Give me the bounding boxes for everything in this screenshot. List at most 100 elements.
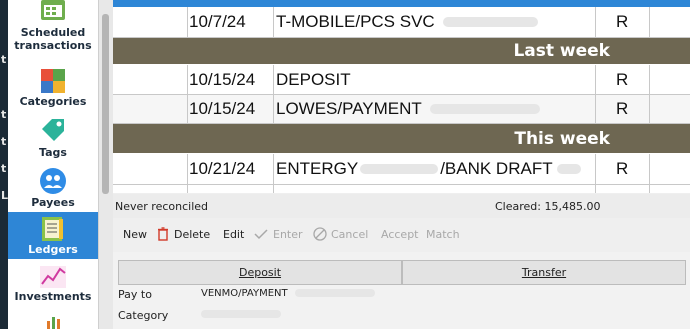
payee-text: T-MOBILE/PCS SVC: [276, 12, 435, 31]
table-row[interactable]: 10/7/24 T-MOBILE/PCS SVC R: [113, 7, 690, 38]
sidebar-item-label: Payees: [31, 196, 75, 209]
sidebar-item-label: Investments: [14, 290, 92, 303]
redacted-text: [201, 310, 281, 318]
tab-transfer-label: Transfer: [521, 266, 567, 279]
column-divider: [187, 65, 188, 124]
accept-button[interactable]: Accept: [381, 219, 419, 249]
sidebar-item-label: Ledgers: [28, 243, 78, 256]
redacted-text: [360, 164, 439, 174]
sidebar-item-ledgers[interactable]: Ledgers: [8, 212, 98, 259]
pay-to-field[interactable]: VENMO/PAYMENT: [201, 288, 375, 299]
table-row-partial[interactable]: [113, 185, 690, 193]
investments-icon: [40, 266, 66, 288]
cleared-balance: Cleared: 15,485.00: [495, 200, 601, 213]
separator-label: This week: [514, 128, 610, 149]
new-button-label: New: [123, 227, 147, 241]
tab-transfer[interactable]: Transfer: [402, 260, 686, 285]
adjacent-window-strip: t t t t L: [0, 0, 8, 329]
payees-icon: [40, 168, 66, 194]
date-cell: 10/21/24: [189, 159, 256, 178]
column-divider: [649, 65, 650, 124]
column-divider: [187, 154, 188, 193]
category-label: Category: [118, 309, 169, 322]
strip-char: t: [1, 53, 7, 66]
sidebar-item-label: Categories: [19, 95, 87, 108]
strip-char: t: [1, 108, 7, 121]
edit-button[interactable]: Edit: [223, 219, 244, 249]
redacted-text: [556, 164, 581, 174]
reconcile-status: Never reconciled: [115, 200, 209, 213]
sidebar-item-scheduled-transactions[interactable]: Scheduled transactions: [8, 0, 98, 64]
cancel-button[interactable]: Cancel: [313, 219, 368, 249]
column-divider: [595, 7, 596, 38]
transaction-form: Deposit Transfer Pay to VENMO/PAYMENT Ca…: [113, 252, 690, 329]
sidebar-scrollbar[interactable]: [98, 0, 113, 329]
column-divider: [595, 154, 596, 193]
delete-button-label: Delete: [174, 227, 211, 241]
navigation-sidebar: Scheduled transactions Categories Tags P…: [8, 0, 98, 329]
strip-char: t: [1, 162, 7, 175]
sidebar-item-label: Tags: [39, 146, 67, 159]
categories-icon: [41, 69, 65, 93]
calendar-icon: [41, 0, 65, 20]
reports-icon[interactable]: [46, 315, 62, 329]
status-cell: R: [616, 99, 629, 118]
column-divider: [273, 7, 274, 38]
delete-button[interactable]: Delete: [157, 219, 210, 249]
tab-deposit-label: Deposit: [238, 266, 282, 279]
sidebar-item-payees[interactable]: Payees: [8, 160, 98, 210]
payee-cell: ENTERGY /BANK DRAFT: [276, 154, 581, 184]
payee-text: /BANK DRAFT: [440, 159, 553, 178]
reconcile-status-bar: Never reconciled Cleared: 15,485.00: [113, 194, 690, 218]
column-divider: [187, 7, 188, 38]
separator-label: Last week: [513, 41, 610, 61]
payee-text: LOWES/PAYMENT: [276, 99, 422, 118]
ledger-table: 10/7/24 T-MOBILE/PCS SVC R Last week 10/…: [113, 0, 690, 193]
table-row[interactable]: 10/15/24 LOWES/PAYMENT R: [113, 95, 690, 124]
cancel-button-label: Cancel: [331, 227, 369, 241]
payee-cell: DEPOSIT: [276, 69, 351, 89]
column-divider: [649, 154, 650, 193]
table-row[interactable]: 10/15/24 DEPOSIT R: [113, 65, 690, 95]
payee-cell-partial: [276, 185, 516, 193]
scrollbar-thumb[interactable]: [102, 14, 109, 194]
category-field[interactable]: [201, 309, 281, 320]
group-separator: This week: [113, 124, 690, 153]
sidebar-item-investments[interactable]: Investments: [8, 264, 98, 314]
ledger-icon: [42, 217, 63, 241]
trash-icon: [158, 227, 168, 241]
pay-to-value: VENMO/PAYMENT: [201, 288, 288, 299]
new-button[interactable]: New: [123, 219, 147, 249]
date-cell: 10/7/24: [189, 12, 246, 31]
match-button[interactable]: Match: [426, 219, 460, 249]
match-button-label: Match: [426, 227, 460, 241]
redacted-text: [294, 289, 375, 297]
cancel-icon: [313, 227, 327, 241]
sidebar-item-label: Scheduled transactions: [14, 26, 92, 52]
strip-char: L: [1, 189, 9, 202]
edit-button-label: Edit: [223, 227, 245, 241]
payee-cell: T-MOBILE/PCS SVC: [276, 7, 538, 37]
group-separator: Last week: [113, 38, 690, 64]
status-cell: R: [616, 159, 629, 178]
checkmark-icon: [254, 229, 268, 240]
table-row[interactable]: 10/21/24 ENTERGY /BANK DRAFT R: [113, 154, 690, 185]
tag-icon: [42, 119, 64, 141]
strip-char: t: [1, 135, 7, 148]
accept-button-label: Accept: [381, 227, 419, 241]
date-cell: 10/15/24: [189, 69, 256, 89]
sidebar-item-categories[interactable]: Categories: [8, 64, 98, 112]
pay-to-label: Pay to: [118, 288, 152, 301]
redacted-text: [442, 17, 538, 27]
status-cell: R: [616, 12, 629, 31]
selected-row-top[interactable]: [113, 0, 690, 7]
date-cell: 10/15/24: [189, 99, 256, 118]
transaction-toolbar: New Delete Edit Enter Cancel Accept Matc…: [113, 219, 690, 249]
enter-button[interactable]: Enter: [253, 219, 303, 249]
tab-deposit[interactable]: Deposit: [118, 260, 402, 285]
payee-cell: LOWES/PAYMENT: [276, 95, 540, 123]
sidebar-item-tags[interactable]: Tags: [8, 112, 98, 160]
column-divider: [649, 7, 650, 38]
column-divider: [273, 65, 274, 124]
column-divider: [273, 154, 274, 193]
